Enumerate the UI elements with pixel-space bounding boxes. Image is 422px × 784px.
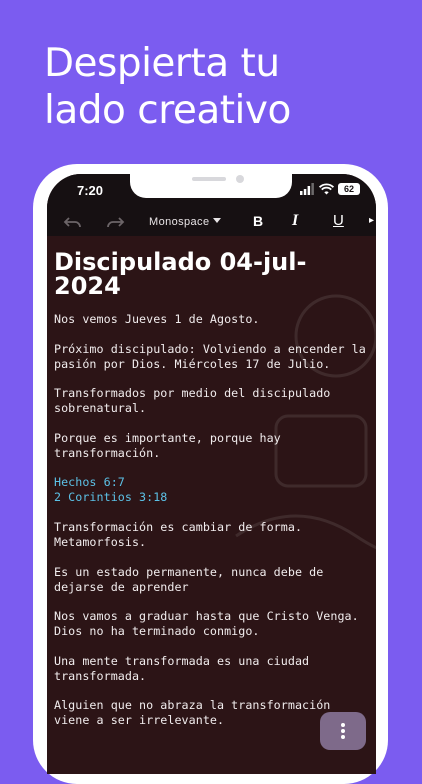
italic-button[interactable]: I [292,211,298,231]
promo-line-1: Despierta tu [44,41,280,86]
chevron-down-icon [213,218,222,223]
note-editor[interactable]: Discipulado 04-jul-2024 Nos vemos Jueves… [47,236,376,774]
more-options-button[interactable] [320,712,366,750]
promo-headline: Despierta tu lado creativo [44,40,404,134]
note-paragraph[interactable]: Una mente transformada es una ciudad tra… [54,654,367,684]
signal-icon [300,183,314,195]
phone-screen: 7:20 62 Monospace B I U ▸ Discipulado 04… [47,174,376,774]
redo-icon[interactable] [105,213,125,233]
bold-button[interactable]: B [253,211,263,231]
status-bar: 7:20 62 [47,174,376,206]
status-time: 7:20 [77,183,104,198]
notch [130,174,292,198]
font-family-label: Monospace [149,216,210,228]
more-vertical-icon-dot [341,729,345,733]
format-toolbar: Monospace B I U ▸ [47,206,376,236]
font-family-dropdown[interactable]: Monospace [149,212,222,232]
speaker-grille [192,177,226,181]
note-paragraph[interactable]: Porque es importante, porque hay transfo… [54,431,367,461]
scripture-link[interactable]: 2 Corintios 3:18 [54,490,367,505]
toolbar-overflow-icon[interactable]: ▸ [369,211,374,231]
promo-line-2: lado creativo [44,88,291,133]
note-title[interactable]: Discipulado 04-jul-2024 [54,250,367,298]
more-vertical-icon-dot [341,735,345,739]
note-paragraph[interactable]: Transformados por medio del discipulado … [54,386,367,416]
wifi-icon [319,183,334,195]
note-paragraph[interactable]: Transformación es cambiar de forma. Meta… [54,520,367,550]
battery-icon: 62 [338,183,360,195]
note-paragraph[interactable]: Es un estado permanente, nunca debe de d… [54,565,367,595]
camera-dot [236,175,244,183]
note-paragraph[interactable]: Nos vamos a graduar hasta que Cristo Ven… [54,609,367,639]
status-icons: 62 [300,183,360,197]
more-vertical-icon [341,723,345,727]
note-paragraph[interactable]: Nos vemos Jueves 1 de Agosto. [54,312,367,327]
scripture-link[interactable]: Hechos 6:7 [54,475,367,490]
underline-button[interactable]: U [333,211,344,231]
note-paragraph[interactable]: Próximo discipulado: Volviendo a encende… [54,342,367,372]
undo-icon[interactable] [63,213,83,233]
